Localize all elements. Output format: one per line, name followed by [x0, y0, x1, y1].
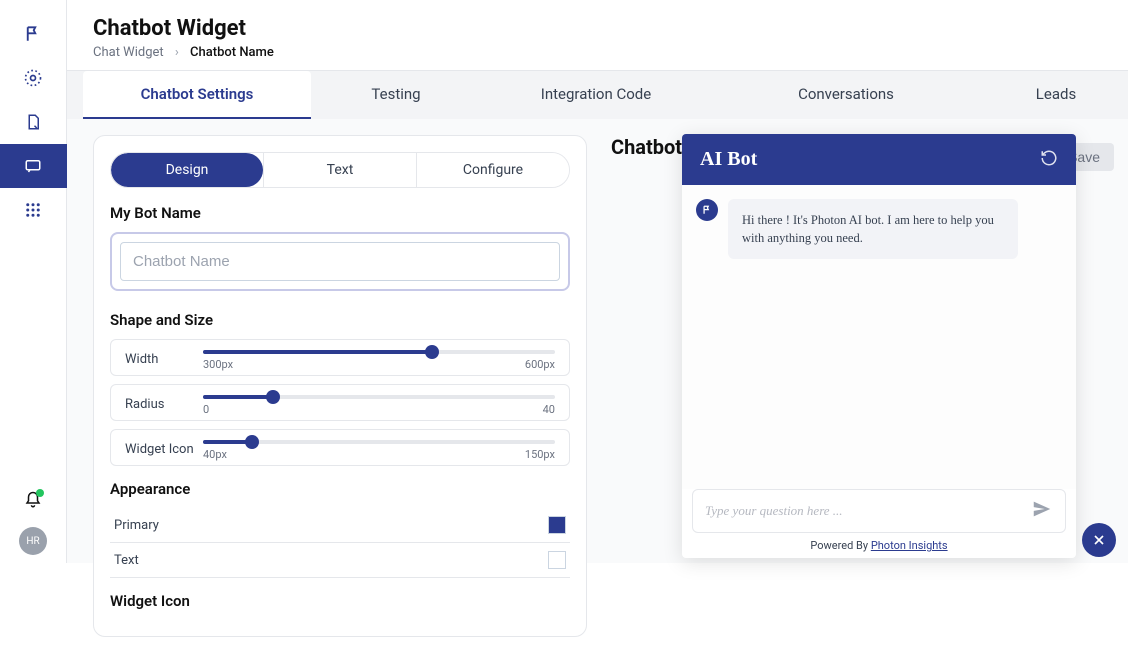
grid-icon — [24, 201, 42, 219]
slider-width-label: Width — [125, 350, 203, 367]
primary-color-swatch[interactable] — [548, 516, 566, 534]
slider-radius-thumb[interactable] — [266, 390, 280, 404]
chat-reset-button[interactable] — [1040, 149, 1058, 171]
sidebar-item-logo[interactable] — [0, 12, 67, 56]
sub-tabs: Design Text Configure — [110, 152, 570, 188]
subtab-text[interactable]: Text — [263, 153, 416, 187]
page-header: Chatbot Widget Chat Widget › Chatbot Nam… — [67, 0, 1128, 71]
bot-name-field-wrap — [110, 232, 570, 291]
chat-send-button[interactable] — [1031, 498, 1053, 524]
slider-widget-icon-min: 40px — [203, 448, 227, 461]
flag-icon — [702, 205, 712, 215]
slider-radius: Radius 0 40 — [110, 384, 570, 421]
appearance-primary-label: Primary — [114, 518, 159, 533]
chat-body: Hi there ! It's Photon AI bot. I am here… — [682, 185, 1076, 489]
slider-width-min: 300px — [203, 358, 233, 371]
tab-chatbot-settings[interactable]: Chatbot Settings — [83, 71, 311, 119]
chevron-right-icon: › — [175, 45, 179, 60]
breadcrumb: Chat Widget › Chatbot Name — [93, 45, 1102, 60]
text-color-swatch[interactable] — [548, 551, 566, 569]
settings-panel: Design Text Configure My Bot Name Shape … — [93, 135, 587, 637]
notifications-button[interactable] — [24, 491, 42, 513]
bot-name-label: My Bot Name — [110, 204, 570, 222]
close-widget-button[interactable] — [1082, 523, 1116, 557]
slider-widget-icon-thumb[interactable] — [245, 435, 259, 449]
chat-header: AI Bot — [682, 134, 1076, 185]
shape-size-label: Shape and Size — [110, 311, 570, 329]
sidebar: HR — [0, 0, 67, 563]
gear-icon — [23, 68, 43, 88]
slider-widget-icon: Widget Icon 40px 150px — [110, 429, 570, 466]
sidebar-item-apps[interactable] — [0, 188, 67, 232]
breadcrumb-current: Chatbot Name — [190, 45, 274, 60]
tab-leads[interactable]: Leads — [981, 71, 1128, 119]
bot-avatar — [696, 199, 718, 221]
flag-icon — [24, 25, 42, 43]
send-icon — [1031, 498, 1053, 520]
appearance-row-text: Text — [110, 543, 570, 578]
subtab-configure[interactable]: Configure — [416, 153, 569, 187]
appearance-label: Appearance — [110, 480, 570, 498]
chat-input[interactable] — [705, 503, 1021, 519]
user-avatar[interactable]: HR — [19, 527, 47, 555]
slider-radius-track[interactable] — [203, 395, 555, 399]
subtab-design[interactable]: Design — [111, 153, 263, 187]
chat-icon — [24, 157, 42, 175]
page-title: Chatbot Widget — [93, 16, 1102, 41]
status-indicator — [36, 489, 44, 497]
sidebar-item-chat[interactable] — [0, 144, 67, 188]
slider-radius-max: 40 — [543, 403, 555, 416]
slider-widget-icon-max: 150px — [525, 448, 555, 461]
powered-link[interactable]: Photon Insights — [871, 539, 948, 552]
tab-testing[interactable]: Testing — [311, 71, 481, 119]
powered-by: Powered By Photon Insights — [682, 539, 1076, 558]
document-icon — [24, 113, 42, 131]
appearance-row-primary: Primary — [110, 508, 570, 543]
close-icon — [1091, 532, 1107, 548]
powered-prefix: Powered By — [810, 539, 870, 552]
breadcrumb-root[interactable]: Chat Widget — [93, 45, 164, 60]
slider-widget-icon-track[interactable] — [203, 440, 555, 444]
sidebar-item-document[interactable] — [0, 100, 67, 144]
slider-widget-icon-label: Widget Icon — [125, 440, 203, 457]
slider-width: Width 300px 600px — [110, 339, 570, 376]
chat-welcome-text: Hi there ! It's Photon AI bot. I am here… — [728, 199, 1018, 259]
main-tabs: Chatbot Settings Testing Integration Cod… — [67, 71, 1128, 119]
refresh-icon — [1040, 149, 1058, 167]
chatbot-preview-widget: AI Bot Hi there ! It's Photon AI bot. I … — [682, 134, 1076, 558]
chat-title: AI Bot — [700, 148, 757, 171]
bot-name-input[interactable] — [120, 242, 560, 281]
chat-message: Hi there ! It's Photon AI bot. I am here… — [696, 199, 1062, 259]
slider-width-max: 600px — [525, 358, 555, 371]
tab-conversations[interactable]: Conversations — [711, 71, 981, 119]
sidebar-item-settings[interactable] — [0, 56, 67, 100]
slider-width-thumb[interactable] — [425, 345, 439, 359]
slider-radius-label: Radius — [125, 395, 203, 412]
widget-icon-label: Widget Icon — [110, 592, 570, 610]
chat-input-row — [692, 489, 1066, 533]
tab-integration-code[interactable]: Integration Code — [481, 71, 711, 119]
appearance-text-label: Text — [114, 553, 139, 568]
slider-width-track[interactable] — [203, 350, 555, 354]
slider-radius-min: 0 — [203, 403, 209, 416]
